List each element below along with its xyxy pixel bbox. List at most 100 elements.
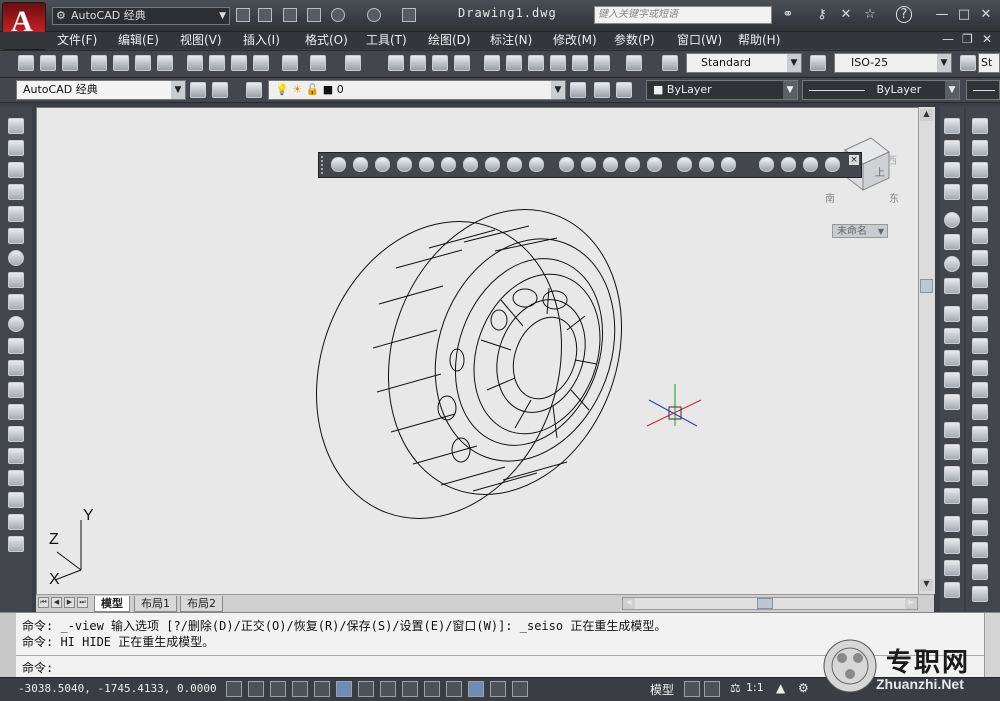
- paste-icon[interactable]: [231, 55, 247, 71]
- redo-icon[interactable]: [367, 8, 381, 22]
- polysolid-icon[interactable]: [331, 157, 346, 172]
- join-icon[interactable]: [972, 404, 988, 420]
- group-icon[interactable]: [972, 542, 988, 558]
- quickcalc-icon[interactable]: [594, 55, 610, 71]
- break-at-point-icon[interactable]: [972, 360, 988, 376]
- jogged-dim-icon[interactable]: [944, 234, 960, 250]
- tolerance-icon[interactable]: [944, 422, 960, 438]
- publish-icon[interactable]: [135, 55, 151, 71]
- tool-palettes-icon[interactable]: [528, 55, 544, 71]
- layer-previous-icon[interactable]: [594, 82, 610, 98]
- doc-close-button[interactable]: ✕: [982, 32, 992, 46]
- cylinder-icon[interactable]: [441, 157, 456, 172]
- tab-layout2[interactable]: 布局2: [180, 596, 223, 612]
- 3d-align-icon[interactable]: [803, 157, 818, 172]
- workspace-select[interactable]: AutoCAD 经典 ▼: [16, 80, 186, 100]
- rectangle-icon[interactable]: [8, 206, 24, 222]
- properties-icon[interactable]: [484, 55, 500, 71]
- quick-view-drawings-icon[interactable]: [704, 681, 720, 697]
- polyline-icon[interactable]: [8, 162, 24, 178]
- angular-dim-icon[interactable]: [944, 278, 960, 294]
- scale-icon[interactable]: [972, 272, 988, 288]
- search-input[interactable]: 键入关键字或短语: [594, 6, 772, 24]
- annotation-scale-select[interactable]: 1:1: [746, 681, 764, 694]
- ducs-toggle[interactable]: [402, 681, 418, 697]
- quick-properties-toggle[interactable]: [490, 681, 506, 697]
- preview-icon[interactable]: [113, 55, 129, 71]
- markup-icon[interactable]: [572, 55, 588, 71]
- 3d-dwf-icon[interactable]: [157, 55, 173, 71]
- inspection-icon[interactable]: [944, 466, 960, 482]
- help-icon[interactable]: [626, 55, 642, 71]
- torus-icon[interactable]: [463, 157, 478, 172]
- draworder-icon[interactable]: [972, 520, 988, 536]
- continue-dim-icon[interactable]: [944, 350, 960, 366]
- tab-model[interactable]: 模型: [94, 596, 130, 612]
- dyn-toggle[interactable]: [424, 681, 440, 697]
- menu-file[interactable]: 文件(F): [57, 32, 97, 49]
- 3d-rotate-icon[interactable]: [781, 157, 796, 172]
- maximize-button[interactable]: □: [952, 6, 976, 24]
- diameter-dim-icon[interactable]: [944, 256, 960, 272]
- blend-icon[interactable]: [972, 470, 988, 486]
- 3d-move-icon[interactable]: [759, 157, 774, 172]
- horizontal-scrollbar[interactable]: ◀ ▶: [622, 597, 918, 610]
- spline-icon[interactable]: [8, 294, 24, 310]
- menu-tools[interactable]: 工具(T): [366, 32, 407, 49]
- region-icon[interactable]: [8, 470, 24, 486]
- fillet-icon[interactable]: [972, 448, 988, 464]
- center-mark-icon[interactable]: [944, 444, 960, 460]
- table-style-select[interactable]: St: [978, 53, 1000, 73]
- color-select[interactable]: ■ ByLayer ▼: [646, 80, 798, 100]
- scroll-right-button[interactable]: ▶: [905, 598, 917, 609]
- sheet-set-icon[interactable]: [550, 55, 566, 71]
- cone-icon[interactable]: [397, 157, 412, 172]
- union-icon[interactable]: [677, 157, 692, 172]
- key-icon[interactable]: ⚷: [810, 6, 834, 24]
- rotate-icon[interactable]: [972, 250, 988, 266]
- construction-line-icon[interactable]: [8, 140, 24, 156]
- first-tab-button[interactable]: ⏮: [38, 597, 49, 608]
- text-style-icon[interactable]: [662, 55, 678, 71]
- menu-edit[interactable]: 编辑(E): [118, 32, 159, 49]
- pan-icon[interactable]: [388, 55, 404, 71]
- last-tab-button[interactable]: ⏭: [77, 597, 88, 608]
- plot-icon[interactable]: [91, 55, 107, 71]
- dim-style-icon[interactable]: [944, 582, 960, 598]
- zoom-window-icon[interactable]: [432, 55, 448, 71]
- polar-toggle[interactable]: [314, 681, 330, 697]
- multiline-text-icon[interactable]: [8, 514, 24, 530]
- save-as-icon[interactable]: [307, 8, 321, 22]
- design-center-icon[interactable]: [506, 55, 522, 71]
- infer-constraints-toggle[interactable]: [226, 681, 242, 697]
- copy-object-icon[interactable]: [972, 140, 988, 156]
- gradient-icon[interactable]: [8, 448, 24, 464]
- dim-break-icon[interactable]: [944, 394, 960, 410]
- polygon-icon[interactable]: [8, 184, 24, 200]
- doc-minimize-button[interactable]: —: [942, 32, 954, 46]
- arc-length-dim-icon[interactable]: [944, 162, 960, 178]
- ordinate-dim-icon[interactable]: [944, 184, 960, 200]
- layer-properties-icon[interactable]: [246, 82, 262, 98]
- point-icon[interactable]: [8, 404, 24, 420]
- loft-icon[interactable]: [647, 157, 662, 172]
- chamfer-icon[interactable]: [972, 426, 988, 442]
- command-window-handle[interactable]: [0, 613, 16, 677]
- make-block-icon[interactable]: [8, 382, 24, 398]
- array-icon[interactable]: [972, 206, 988, 222]
- wedge-icon[interactable]: [375, 157, 390, 172]
- aligned-dim-icon[interactable]: [944, 140, 960, 156]
- annotation-visibility-icon[interactable]: ▲: [776, 681, 785, 695]
- workspace-switcher[interactable]: ⚙ AutoCAD 经典 ▼: [52, 7, 230, 25]
- model-space-view[interactable]: Y Z X 上 南 东 西: [37, 108, 919, 595]
- menu-window[interactable]: 窗口(W): [677, 32, 722, 49]
- vertical-scrollbar[interactable]: ▲ ▼: [918, 107, 935, 594]
- erase-icon[interactable]: [972, 118, 988, 134]
- help-icon[interactable]: ?: [892, 6, 916, 24]
- circle-icon[interactable]: [8, 250, 24, 266]
- block-editor-icon[interactable]: [282, 55, 298, 71]
- binoculars-icon[interactable]: ⚭: [776, 6, 800, 24]
- scroll-down-button[interactable]: ▼: [920, 579, 933, 591]
- transparency-toggle[interactable]: [468, 681, 484, 697]
- helix-icon[interactable]: [507, 157, 522, 172]
